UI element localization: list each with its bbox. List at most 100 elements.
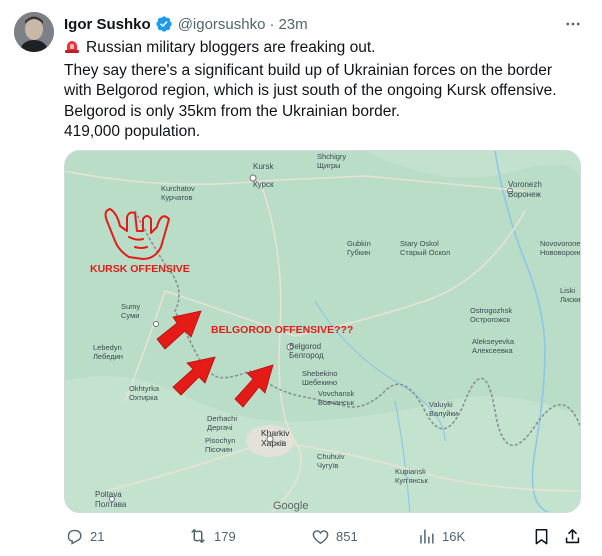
- map-label-kupiansk: Kupiansk: [395, 467, 426, 476]
- map-label-kurchatov-ru: Курчатов: [161, 193, 192, 202]
- map-label-okhtyrka-ru: Охтирка: [129, 393, 159, 402]
- tweet-text-line: 419,000 population.: [64, 123, 201, 140]
- map-label-valuyki-ru: Валуйки: [429, 409, 458, 418]
- map-label-chuhuiv: Chuhuiv: [317, 452, 345, 461]
- map-label-shchigry-ru: Щигры: [317, 161, 341, 170]
- map-label-alekseyevka-ru: Алексеевка: [472, 346, 513, 355]
- author-handle[interactable]: @igorsushko: [178, 16, 266, 33]
- tweet-text-line: Belgorod is only 35km from the Ukrainian…: [64, 102, 400, 120]
- map-label-gubkin-ru: Губкин: [347, 248, 370, 257]
- map-label-chuhuiv-ru: Чугуїв: [317, 461, 338, 470]
- map-label-text: Чугуїв: [317, 461, 338, 470]
- map-label-text: Суми: [121, 311, 139, 320]
- tweet-text-line: with Belgorod region, which is just sout…: [64, 82, 557, 99]
- map-label-poltava-ru: Полтава: [95, 500, 127, 509]
- reply-button[interactable]: 21: [64, 524, 104, 548]
- map-label-text: Kharkiv: [261, 428, 290, 438]
- map-label-text: Pisochyn: [205, 436, 235, 445]
- map-label-staryoskol: Stary Oskol: [400, 239, 439, 248]
- map-label-liski-ru: Лиски: [560, 295, 580, 304]
- separator-dot: ·: [269, 15, 275, 33]
- map-label-text: Шебекино: [302, 378, 337, 387]
- map-label-shebekino-ru: Шебекино: [302, 378, 337, 387]
- map-label-text: Vovchansk: [318, 389, 355, 398]
- views-button[interactable]: 16K: [416, 524, 465, 548]
- map-label-pisochyn-ru: Пісочин: [205, 445, 232, 454]
- map-label-vovchansk-ru: Вовчанськ: [318, 398, 355, 407]
- map-label-vovchansk: Vovchansk: [318, 389, 355, 398]
- map-label-text: Chuhuiv: [317, 452, 345, 461]
- map-label-derhachi: Derhachi: [207, 414, 237, 423]
- verified-badge-icon: [155, 15, 173, 33]
- map-label-text: Белгород: [289, 351, 324, 360]
- map-label-text: Харків: [261, 438, 287, 448]
- map-label-derhachi-ru: Дергачі: [207, 423, 233, 432]
- map-label-text: Курск: [253, 180, 274, 189]
- map-label-text: Kurchatov: [161, 184, 195, 193]
- map-label-kharkiv: Kharkiv: [261, 428, 290, 438]
- bookmark-icon: [531, 526, 551, 546]
- tweet: Igor Sushko @igorsushko · 23m Russian mi…: [0, 0, 602, 556]
- repost-button[interactable]: 179: [188, 524, 236, 548]
- tweet-text-line: They say there's a significant build up …: [64, 61, 553, 79]
- timestamp[interactable]: 23m: [278, 16, 307, 33]
- map-label-lebedyn: Lebedyn: [93, 343, 122, 352]
- map-label-shchigry: Shchigry: [317, 152, 346, 161]
- map-label-text: Sumy: [121, 302, 140, 311]
- map-label-kupiansk-ru: Куп'янськ: [395, 476, 428, 485]
- share-button[interactable]: [562, 524, 582, 548]
- map-label-text: Воронеж: [508, 190, 541, 199]
- map-label-belgorod: Belgorod: [289, 342, 321, 351]
- map-label-text: Губкин: [347, 248, 370, 257]
- like-button[interactable]: 851: [310, 524, 358, 548]
- bookmark-button[interactable]: [531, 524, 551, 548]
- map-label-pisochyn: Pisochyn: [205, 436, 235, 445]
- map-label-text: Stary Oskol: [400, 239, 439, 248]
- google-attribution: Google: [273, 500, 308, 512]
- more-options-icon[interactable]: [562, 14, 584, 34]
- map-label-alekseyevka: Alekseyevka: [472, 337, 515, 346]
- author-name[interactable]: Igor Sushko: [64, 16, 151, 33]
- map-label-text: Valuyki: [429, 400, 453, 409]
- map-label-text: Liski: [560, 286, 575, 295]
- map-label-text: Острогожск: [470, 315, 511, 324]
- map-label-text: Poltava: [95, 490, 122, 499]
- attached-map-image[interactable]: Shchigry Щигры Kursk Курск Kurchatov Кур…: [64, 150, 581, 513]
- repost-count: 179: [214, 528, 236, 544]
- map-label-belgorod-ru: Белгород: [289, 351, 324, 360]
- map-label-text: Ostrogozhsk: [470, 306, 512, 315]
- map-label-text: Пісочин: [205, 445, 232, 454]
- map-label-text: Дергачі: [207, 423, 233, 432]
- reply-icon: [64, 526, 84, 546]
- belgorod-offensive-annotation: BELGOROD OFFENSIVE???: [211, 324, 353, 336]
- map-label-okhtyrka: Okhtyrka: [129, 384, 160, 393]
- like-count: 851: [336, 528, 358, 544]
- map-label-ostrogozhsk: Ostrogozhsk: [470, 306, 512, 315]
- map-label-voronezh: Voronezh: [508, 180, 542, 189]
- map-label-text: Нововоронеж: [540, 248, 581, 257]
- map-label-text: Gubkin: [347, 239, 371, 248]
- map-label-poltava: Poltava: [95, 490, 122, 499]
- map-label-text: Okhtyrka: [129, 384, 160, 393]
- views-count: 16K: [442, 528, 466, 544]
- avatar[interactable]: [14, 12, 54, 52]
- map-label-text: Derhachi: [207, 414, 237, 423]
- repost-icon: [188, 526, 208, 546]
- map-label-voronezh-ru: Воронеж: [508, 190, 541, 199]
- map-label-ostrogozhsk-ru: Острогожск: [470, 315, 511, 324]
- reply-count: 21: [90, 528, 105, 544]
- map-label-text: Novovoronezh: [540, 239, 581, 248]
- map-label-text: Курчатов: [161, 193, 192, 202]
- map-label-text: Lebedyn: [93, 343, 122, 352]
- kursk-offensive-annotation: KURSK OFFENSIVE: [90, 263, 190, 275]
- map-label-shebekino: Shebekino: [302, 369, 337, 378]
- map-label-novovoronezh-ru: Нововоронеж: [540, 248, 581, 257]
- map-label-text: Voronezh: [508, 180, 542, 189]
- map-label-kurchatov: Kurchatov: [161, 184, 195, 193]
- map-label-text: Охтирка: [129, 393, 159, 402]
- map-label-text: Куп'янськ: [395, 476, 428, 485]
- views-chart-icon: [416, 526, 436, 546]
- tweet-text: Russian military bloggers are freaking o…: [64, 38, 590, 143]
- map-label-text: Полтава: [95, 500, 127, 509]
- tweet-line-1: Russian military bloggers are freaking o…: [64, 38, 590, 61]
